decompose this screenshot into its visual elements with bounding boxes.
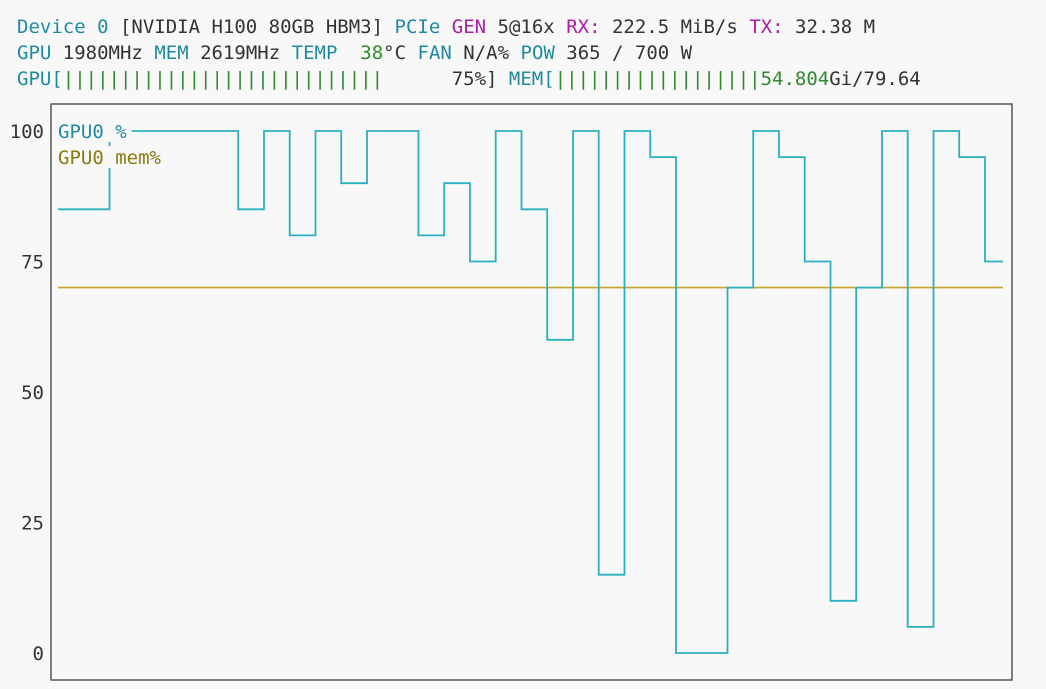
y-tick-label: 25 (21, 513, 44, 535)
y-tick-label: 50 (21, 382, 44, 404)
chart-series (58, 130, 1003, 654)
y-tick-label: 75 (21, 252, 44, 274)
legend-item-gpu-percent: GPU0 % (58, 121, 127, 143)
legend-item-mem-percent: GPU0 mem% (58, 147, 162, 169)
series-line-gpu-percent (58, 130, 1003, 654)
gpu-usage-chart: 100 75 50 25 0 GPU0 % GPU0 mem% (10, 103, 1013, 681)
chart-legend: GPU0 % GPU0 mem% (56, 120, 167, 169)
y-tick-label: 100 (10, 121, 44, 143)
chart-frame (50, 103, 1013, 681)
y-axis-ticks: 100 75 50 25 0 (10, 121, 44, 665)
y-tick-label: 0 (33, 643, 44, 665)
